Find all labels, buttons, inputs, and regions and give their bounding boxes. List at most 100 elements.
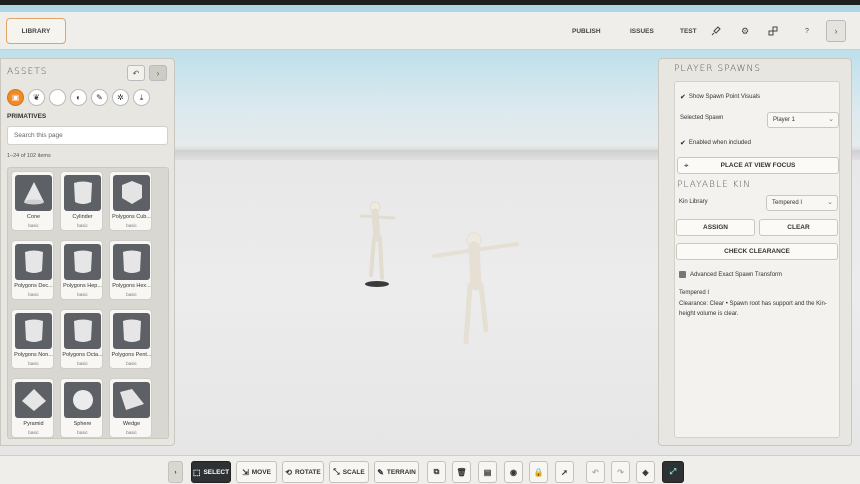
cylinder-thumbnail-icon xyxy=(64,244,101,280)
playable-kin-title: PLAYABLE KIN xyxy=(677,180,751,190)
asset-name: Polygons Pent... xyxy=(111,352,152,358)
redo-icon[interactable]: ↷ xyxy=(611,461,630,483)
checkmark-icon: ✔ xyxy=(680,94,686,101)
rocket-icon[interactable] xyxy=(709,24,723,38)
asset-tile[interactable]: Polygons Hex... basic xyxy=(109,240,152,300)
asset-tag: basic xyxy=(77,223,88,228)
move-icon: ⇲ xyxy=(242,467,249,477)
undo-icon[interactable]: ↶ xyxy=(127,65,145,81)
search-input[interactable]: Search this page xyxy=(7,126,168,145)
blank-category-icon[interactable] xyxy=(49,89,66,106)
player-spawns-panel: PLAYER SPAWNS ✔ Show Spawn Point Visuals… xyxy=(658,58,852,446)
asset-tile[interactable]: Cone basic xyxy=(11,171,54,231)
asset-name: Polygons Octa... xyxy=(62,352,103,358)
check-clearance-button[interactable]: CHECK CLEARANCE xyxy=(676,243,838,260)
asset-tile[interactable]: Polygons Pent... basic xyxy=(109,309,152,369)
brush-icon: ✎ xyxy=(377,467,384,477)
asset-tag: basic xyxy=(126,361,137,366)
test-button[interactable]: TEST xyxy=(680,12,697,50)
asset-tag: basic xyxy=(77,292,88,297)
selected-spawn-select[interactable]: Player 1 ⌄ xyxy=(767,112,839,128)
asset-tag: basic xyxy=(28,223,39,228)
assign-button[interactable]: ASSIGN xyxy=(676,219,755,236)
asset-tag: basic xyxy=(126,292,137,297)
download-category-icon[interactable]: ⤓ xyxy=(133,89,150,106)
help-button[interactable]: ? xyxy=(800,24,814,38)
assets-title: ASSETS xyxy=(7,67,48,77)
rocket-icon[interactable]: ➚ xyxy=(555,461,574,483)
cylinder-thumbnail-icon xyxy=(113,313,150,349)
gear-icon[interactable]: ⚙ xyxy=(738,24,752,38)
asset-tag: basic xyxy=(126,430,137,435)
terrain-tool-button[interactable]: ✎ TERRAIN xyxy=(374,461,419,483)
checkbox-icon xyxy=(679,271,686,278)
cylinder-thumbnail-icon xyxy=(64,313,101,349)
cylinder-thumbnail-icon xyxy=(15,244,52,280)
asset-tile[interactable]: Polygons Non... basic xyxy=(11,309,54,369)
rotate-label: ROTATE xyxy=(294,468,321,476)
asset-name: Pyramid xyxy=(23,421,44,427)
asset-name: Polygons Non... xyxy=(14,352,53,358)
player-spawns-title: PLAYER SPAWNS xyxy=(674,64,761,74)
enabled-toggle[interactable]: ✔ Enabled when included xyxy=(680,139,751,147)
eye-icon[interactable]: ◉ xyxy=(504,461,523,483)
chevron-right-icon[interactable]: › xyxy=(168,461,183,483)
camera-icon[interactable]: ◈ xyxy=(636,461,655,483)
asset-tile[interactable]: Polygons Dec... basic xyxy=(11,240,54,300)
show-visuals-toggle[interactable]: ✔ Show Spawn Point Visuals xyxy=(680,93,760,101)
clear-button[interactable]: CLEAR xyxy=(759,219,838,236)
asset-tile[interactable]: Polygons Octa... basic xyxy=(60,309,103,369)
window-edge xyxy=(0,0,860,5)
character-category-icon[interactable]: ✲ xyxy=(112,89,129,106)
asset-name: Polygons Hep... xyxy=(63,283,102,289)
move-tool-button[interactable]: ⇲ MOVE xyxy=(236,461,277,483)
asset-tag: basic xyxy=(28,430,39,435)
cylinder-thumbnail-icon xyxy=(113,244,150,280)
nature-category-icon[interactable]: ❦ xyxy=(28,89,45,106)
scale-tool-button[interactable]: ⤡ SCALE xyxy=(329,461,369,483)
chevron-right-icon[interactable]: › xyxy=(826,20,846,42)
terrain-label: TERRAIN xyxy=(386,468,416,476)
archive-icon[interactable]: ▤ xyxy=(478,461,497,483)
kin-library-select[interactable]: Tempered I ⌄ xyxy=(766,195,838,211)
status-text: Clearance: Clear • Spawn root has suppor… xyxy=(679,301,827,317)
issues-button[interactable]: ISSUES xyxy=(630,12,654,50)
pyramid-thumbnail-icon xyxy=(15,382,52,418)
asset-tile[interactable]: Wedge basic xyxy=(109,378,152,438)
paint-category-icon[interactable]: ✎ xyxy=(91,89,108,106)
cylinder-thumbnail-icon xyxy=(64,175,101,211)
asset-grid[interactable]: Cone basic Cylinder basic Polygons Cub... bas… xyxy=(7,167,169,439)
primitives-category-icon[interactable]: ▣ xyxy=(7,89,24,106)
asset-tile[interactable]: Polygons Hep... basic xyxy=(60,240,103,300)
asset-tag: basic xyxy=(126,223,137,228)
undo-icon[interactable]: ↶ xyxy=(586,461,605,483)
material-category-icon[interactable]: ◐ xyxy=(70,89,87,106)
status-name: Tempered I xyxy=(679,290,710,296)
chevron-right-icon[interactable]: › xyxy=(149,65,167,81)
asset-tile[interactable]: Cylinder basic xyxy=(60,171,103,231)
asset-tile[interactable]: Pyramid basic xyxy=(11,378,54,438)
publish-button[interactable]: PUBLISH xyxy=(572,12,601,50)
cylinder-thumbnail-icon xyxy=(15,313,52,349)
lock-icon[interactable]: 🔒 xyxy=(529,461,548,483)
place-at-view-focus-button[interactable]: ⌖ PLACE AT VIEW FOCUS xyxy=(677,157,839,174)
asset-tag: basic xyxy=(77,361,88,366)
advanced-label: Advanced Exact Spawn Transform xyxy=(690,271,783,278)
move-label: MOVE xyxy=(251,468,271,476)
show-visuals-label: Show Spawn Point Visuals xyxy=(688,94,761,100)
link-icon[interactable] xyxy=(766,24,780,38)
library-button[interactable]: LIBRARY xyxy=(6,18,66,44)
asset-tile[interactable]: Sphere basic xyxy=(60,378,103,438)
wedge-thumbnail-icon xyxy=(113,382,150,418)
kin-section: Kin Library Tempered I ⌄ ASSIGN CLEAR CH… xyxy=(674,193,840,438)
select-label: SELECT xyxy=(203,468,230,476)
checkmark-icon: ✔ xyxy=(680,140,686,147)
duplicate-icon[interactable]: ⧉ xyxy=(427,461,446,483)
expand-icon[interactable]: ⤢ xyxy=(662,461,684,483)
select-tool-button[interactable]: ⬚ SELECT xyxy=(191,461,231,483)
advanced-toggle[interactable]: Advanced Exact Spawn Transform xyxy=(679,271,782,278)
rotate-tool-button[interactable]: ⟲ ROTATE xyxy=(282,461,324,483)
mannequin-skateboard xyxy=(359,201,396,287)
asset-tile[interactable]: Polygons Cub... basic xyxy=(109,171,152,231)
delete-icon[interactable]: 🗑 xyxy=(452,461,471,483)
